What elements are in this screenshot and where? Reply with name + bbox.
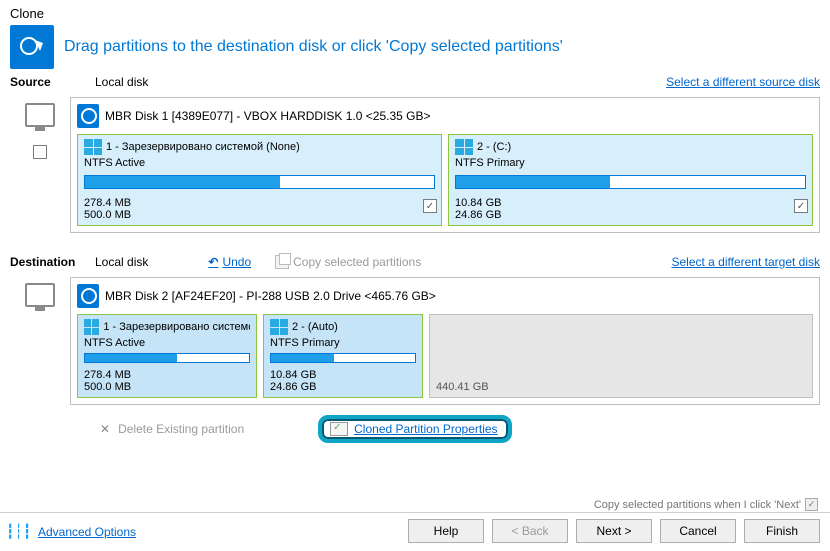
- destination-disk-box: MBR Disk 2 [AF24EF20] - PI-288 USB 2.0 D…: [70, 277, 820, 405]
- partition-fs: NTFS Primary: [270, 337, 416, 349]
- window-title: Clone: [10, 6, 820, 21]
- delete-partition-button[interactable]: Delete Existing partition: [100, 422, 244, 436]
- partition-fs: NTFS Active: [84, 337, 250, 349]
- select-source-disk-link[interactable]: Select a different source disk: [666, 75, 820, 89]
- delete-icon: [100, 422, 114, 436]
- undo-icon: ↶: [208, 255, 218, 269]
- partition-usage-bar: [455, 175, 806, 189]
- copy-selected-button[interactable]: Copy selected partitions: [275, 255, 421, 269]
- advanced-options-link[interactable]: ┇┆┇ Advanced Options: [6, 523, 136, 540]
- partition-name: 1 - Зарезервировано системой (None): [106, 141, 300, 153]
- partition-total: 24.86 GB: [455, 209, 806, 221]
- cloned-partition-properties-link[interactable]: Cloned Partition Properties: [318, 415, 511, 443]
- destination-scope: Local disk: [95, 255, 148, 269]
- sliders-icon: ┇┆┇: [6, 523, 31, 540]
- source-label: Source: [10, 75, 51, 89]
- back-button: < Back: [492, 519, 568, 543]
- monitor-icon: [25, 283, 55, 307]
- partition-used: 10.84 GB: [270, 369, 416, 381]
- partition-usage-bar: [84, 353, 250, 363]
- partition-used: 10.84 GB: [455, 197, 806, 209]
- source-disk-checkbox[interactable]: [33, 145, 47, 159]
- destination-partition[interactable]: 1 - Зарезервировано системой (N NTFS Act…: [77, 314, 257, 398]
- finish-button[interactable]: Finish: [744, 519, 820, 543]
- source-partition[interactable]: 1 - Зарезервировано системой (None) NTFS…: [77, 134, 442, 226]
- header-instruction: Drag partitions to the destination disk …: [64, 38, 563, 56]
- partition-name: 1 - Зарезервировано системой (N: [103, 321, 250, 333]
- source-scope: Local disk: [95, 75, 148, 89]
- partition-name: 2 - (C:): [477, 141, 511, 153]
- windows-icon: [84, 139, 102, 155]
- free-space-size: 440.41 GB: [436, 381, 489, 393]
- cancel-button[interactable]: Cancel: [660, 519, 736, 543]
- destination-label: Destination: [10, 255, 75, 269]
- help-button[interactable]: Help: [408, 519, 484, 543]
- partition-total: 24.86 GB: [270, 381, 416, 393]
- partition-checkbox[interactable]: ✓: [423, 199, 437, 213]
- free-space-block[interactable]: 440.41 GB: [429, 314, 813, 398]
- copy-when-next-checkbox[interactable]: ✓: [805, 498, 818, 511]
- partition-usage-bar: [270, 353, 416, 363]
- destination-partition[interactable]: 2 - (Auto) NTFS Primary 10.84 GB 24.86 G…: [263, 314, 423, 398]
- hdd-icon: [77, 104, 99, 128]
- source-disk-title: MBR Disk 1 [4389E077] - VBOX HARDDISK 1.…: [105, 109, 430, 123]
- select-target-disk-link[interactable]: Select a different target disk: [671, 255, 820, 269]
- next-button[interactable]: Next >: [576, 519, 652, 543]
- partition-total: 500.0 MB: [84, 209, 435, 221]
- source-disk-box: MBR Disk 1 [4389E077] - VBOX HARDDISK 1.…: [70, 97, 820, 233]
- windows-icon: [455, 139, 473, 155]
- partition-name: 2 - (Auto): [292, 321, 338, 333]
- cloned-partition-properties-text: Cloned Partition Properties: [354, 422, 497, 436]
- partition-used: 278.4 MB: [84, 197, 435, 209]
- partition-usage-bar: [84, 175, 435, 189]
- source-partition[interactable]: 2 - (C:) NTFS Primary 10.84 GB 24.86 GB …: [448, 134, 813, 226]
- copy-when-next-label: Copy selected partitions when I click 'N…: [594, 499, 801, 511]
- monitor-icon: [25, 103, 55, 127]
- partition-fs: NTFS Active: [84, 157, 435, 169]
- windows-icon: [84, 319, 99, 335]
- clone-app-icon: [10, 25, 54, 69]
- partition-checkbox[interactable]: ✓: [794, 199, 808, 213]
- partition-total: 500.0 MB: [84, 381, 250, 393]
- copy-icon: [275, 255, 289, 269]
- destination-disk-title: MBR Disk 2 [AF24EF20] - PI-288 USB 2.0 D…: [105, 289, 436, 303]
- undo-button[interactable]: ↶ Undo: [208, 255, 251, 269]
- properties-icon: [330, 422, 348, 436]
- partition-used: 278.4 MB: [84, 369, 250, 381]
- windows-icon: [270, 319, 288, 335]
- hdd-icon: [77, 284, 99, 308]
- copy-when-next-option[interactable]: Copy selected partitions when I click 'N…: [594, 498, 818, 511]
- partition-fs: NTFS Primary: [455, 157, 806, 169]
